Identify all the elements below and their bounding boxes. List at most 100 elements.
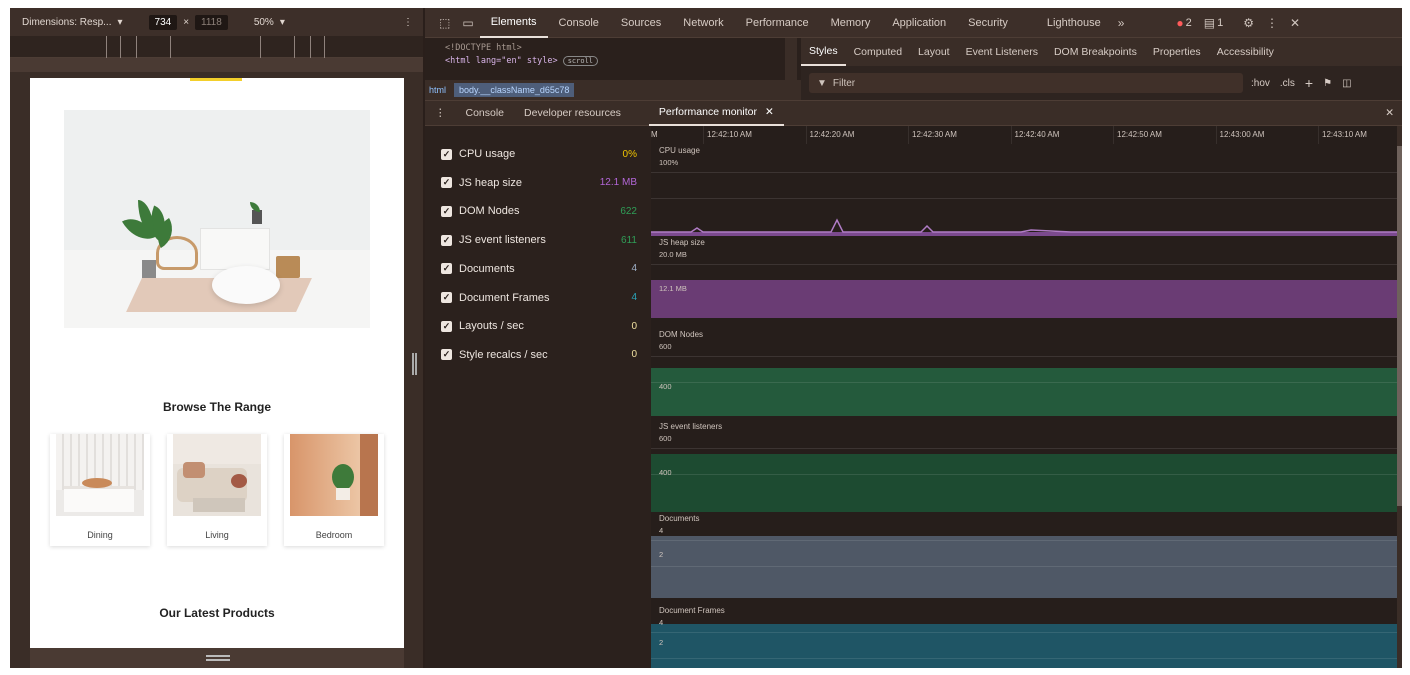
breadcrumb-html[interactable]: html [429, 85, 446, 95]
tab-security[interactable]: Security [957, 8, 1019, 38]
metric-checkbox[interactable]: ✓ [441, 349, 452, 361]
scroll-badge[interactable]: scroll [562, 56, 599, 66]
tab-computed[interactable]: Computed [846, 38, 910, 66]
dom-line-doctype[interactable]: <!DOCTYPE html> [445, 42, 801, 55]
device-toggle-icon[interactable]: ▭ [456, 16, 479, 30]
tab-layout[interactable]: Layout [910, 38, 958, 66]
metric-label: Style recalcs / sec [459, 348, 548, 361]
metric-checkbox[interactable]: ✓ [441, 292, 452, 303]
close-tab-icon[interactable]: ✕ [765, 106, 774, 118]
metric-value: 0% [622, 148, 637, 160]
more-tabs-icon[interactable]: » [1112, 16, 1131, 30]
styles-filter-row: ▼ Filter :hov .cls + ⚑ ◫ [801, 66, 1402, 100]
chart-gridline [651, 382, 1397, 383]
metric-row[interactable]: ✓ Layouts / sec 0 [441, 316, 641, 336]
metric-row[interactable]: ✓ JS event listeners 611 [441, 230, 641, 250]
zoom-dropdown[interactable]: 50% [254, 17, 274, 28]
error-count[interactable]: 2 [1186, 17, 1192, 29]
metric-checkbox[interactable]: ✓ [441, 320, 452, 332]
tab-event-listeners[interactable]: Event Listeners [958, 38, 1046, 66]
metric-row[interactable]: ✓ Style recalcs / sec 0 [441, 345, 641, 365]
metric-row[interactable]: ✓ CPU usage 0% [441, 144, 641, 164]
time-tick-label: 12:42:10 AM [707, 130, 752, 139]
add-rule-icon[interactable]: + [1305, 75, 1313, 91]
devtools-panel: ⬚ ▭ Elements Console Sources Network Per… [425, 8, 1402, 668]
chart-gridline [651, 540, 1397, 541]
devtools-main-tabbar: ⬚ ▭ Elements Console Sources Network Per… [425, 8, 1402, 38]
tab-lighthouse[interactable]: Lighthouse [1019, 8, 1112, 38]
tab-sources[interactable]: Sources [610, 8, 672, 38]
metric-value: 0 [631, 320, 637, 332]
tab-performance-monitor-label: Performance monitor [658, 106, 757, 118]
living-image [173, 434, 261, 516]
metric-checkbox[interactable]: ✓ [441, 263, 452, 275]
category-card-living[interactable]: Living [167, 434, 267, 546]
bottom-drag-handle[interactable] [206, 655, 230, 657]
tab-dom-breakpoints[interactable]: DOM Breakpoints [1046, 38, 1145, 66]
more-vertical-icon[interactable]: ⋮ [403, 17, 423, 28]
dimensions-dropdown[interactable]: Dimensions: Resp... [22, 17, 111, 28]
metric-label: DOM Nodes [459, 205, 520, 218]
chart-grid-label: 4 [659, 618, 664, 627]
close-icon[interactable]: ✕ [1284, 16, 1306, 30]
sidebar-toggle-icon[interactable]: ◫ [1342, 78, 1351, 89]
device-viewport[interactable]: Browse The Range Dining Living Bedroom O… [30, 78, 404, 648]
hover-state-toggle[interactable]: :hov [1251, 78, 1270, 89]
chart-panel-title: DOM Nodes [659, 330, 704, 339]
issues-count[interactable]: 1 [1217, 17, 1223, 29]
tab-network[interactable]: Network [672, 8, 734, 38]
chart-gridline [651, 448, 1397, 449]
metric-row[interactable]: ✓ Documents 4 [441, 259, 641, 279]
more-vertical-icon[interactable]: ⋮ [1260, 16, 1284, 30]
bedroom-image [290, 434, 378, 516]
tab-accessibility[interactable]: Accessibility [1209, 38, 1282, 66]
chart-grid-label: 2 [659, 550, 664, 559]
filter-input[interactable]: ▼ Filter [809, 73, 1243, 93]
paint-icon[interactable]: ⚑ [1323, 78, 1332, 89]
time-tick-label: 12:42:50 AM [1117, 130, 1162, 139]
chevron-down-icon[interactable]: ▾ [280, 17, 285, 28]
chart-grid-label: 2 [659, 638, 664, 647]
tab-performance-monitor[interactable]: Performance monitor ✕ [648, 100, 784, 126]
metric-row[interactable]: ✓ Document Frames 4 [441, 288, 641, 308]
tab-styles[interactable]: Styles [801, 38, 846, 66]
chart-gridline [651, 658, 1397, 659]
metric-checkbox[interactable]: ✓ [441, 205, 452, 217]
chart-gridline [651, 356, 1397, 357]
metric-checkbox[interactable]: ✓ [441, 148, 452, 160]
metric-label: Document Frames [459, 291, 550, 304]
inspect-element-icon[interactable]: ⬚ [425, 16, 456, 30]
dom-line-html[interactable]: <html lang="en" style> scroll [445, 55, 801, 68]
category-card-dining[interactable]: Dining [50, 434, 150, 546]
metric-checkbox[interactable]: ✓ [441, 177, 452, 189]
chart-panel: Documents 4 2 [651, 512, 1397, 604]
tab-drawer-console[interactable]: Console [456, 100, 515, 126]
close-drawer-icon[interactable]: ✕ [1385, 107, 1402, 119]
tab-console[interactable]: Console [548, 8, 610, 38]
height-input[interactable]: 1118 [195, 14, 228, 30]
scrollbar-thumb[interactable] [1397, 146, 1402, 506]
metric-checkbox[interactable]: ✓ [441, 234, 452, 246]
breadcrumb-body[interactable]: body.__className_d65c78 [454, 83, 575, 97]
side-resize-handle[interactable] [412, 353, 417, 375]
charts-scrollbar[interactable] [1397, 126, 1402, 668]
dom-scrollbar[interactable] [785, 38, 797, 80]
dining-image [56, 434, 144, 516]
tab-application[interactable]: Application [881, 8, 957, 38]
class-toggle[interactable]: .cls [1280, 78, 1295, 89]
tab-elements[interactable]: Elements [479, 8, 548, 38]
settings-gear-icon[interactable]: ⚙ [1237, 16, 1260, 30]
tab-performance[interactable]: Performance [735, 8, 820, 38]
html-tag[interactable]: <html lang="en" style> [445, 56, 558, 66]
tab-developer-resources[interactable]: Developer resources [514, 100, 631, 126]
media-query-ruler[interactable] [10, 36, 423, 58]
chevron-down-icon[interactable]: ▾ [117, 17, 122, 28]
width-input[interactable]: 734 [148, 14, 178, 30]
tab-properties[interactable]: Properties [1145, 38, 1209, 66]
category-card-bedroom[interactable]: Bedroom [284, 434, 384, 546]
metric-row[interactable]: ✓ JS heap size 12.1 MB [441, 173, 641, 193]
dom-tree[interactable]: <!DOCTYPE html> <html lang="en" style> s… [425, 38, 801, 80]
tab-memory[interactable]: Memory [820, 8, 882, 38]
drawer-menu-icon[interactable]: ⋮ [425, 107, 456, 119]
metric-row[interactable]: ✓ DOM Nodes 622 [441, 201, 641, 221]
